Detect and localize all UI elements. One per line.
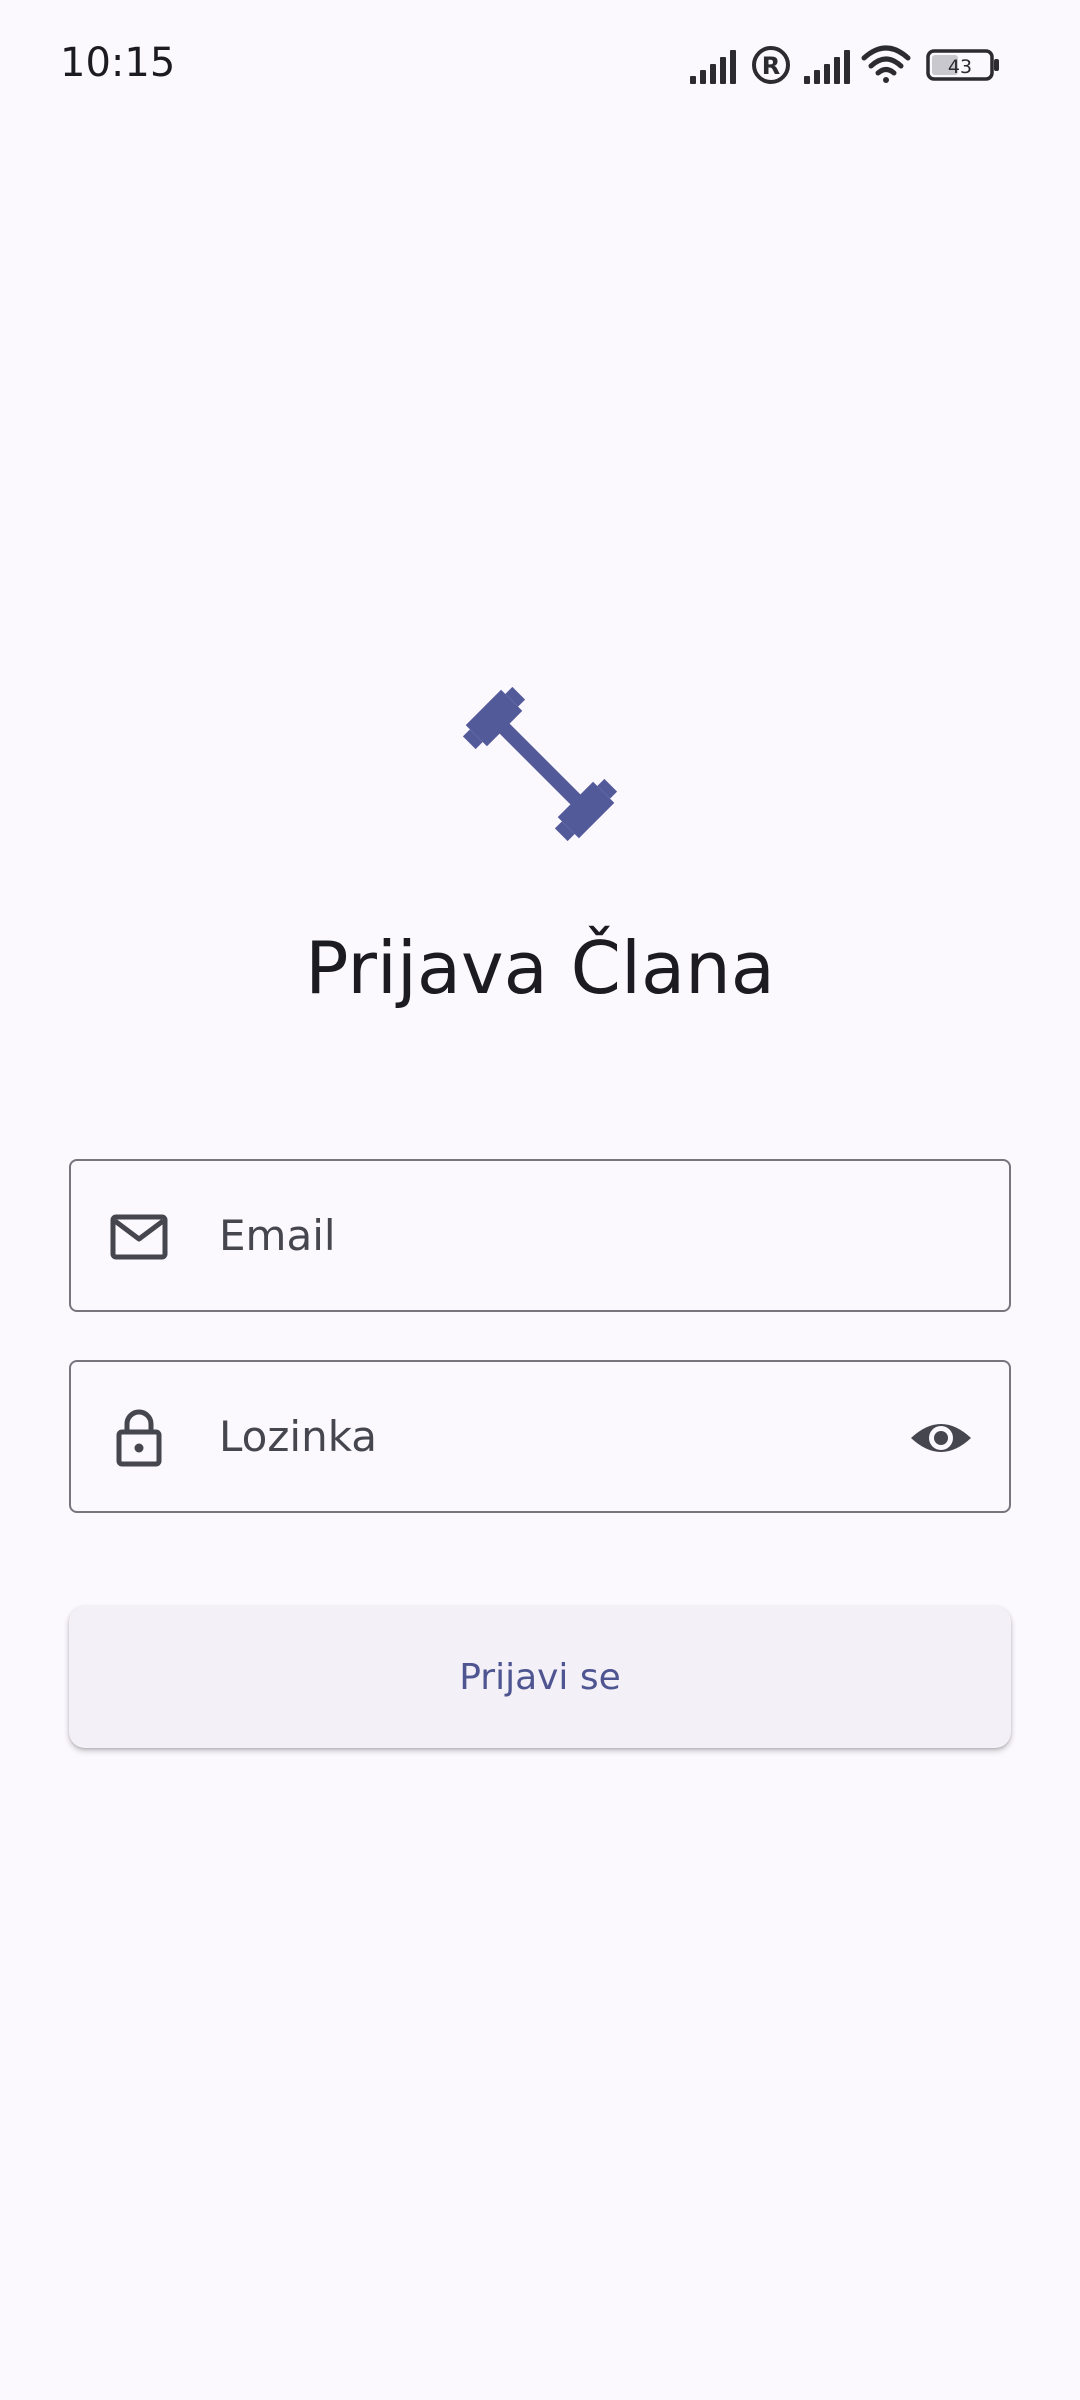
status-bar: 10:15 R 43 xyxy=(0,0,1080,128)
password-field[interactable] xyxy=(69,1360,1011,1513)
status-time: 10:15 xyxy=(60,40,176,86)
lock-icon xyxy=(107,1406,171,1470)
status-icons: R 43 xyxy=(690,40,1020,90)
eye-icon[interactable] xyxy=(909,1406,973,1470)
roaming-icon: R xyxy=(752,46,790,84)
email-field[interactable] xyxy=(69,1159,1011,1312)
mail-icon xyxy=(107,1205,171,1269)
dumbbell-icon xyxy=(444,668,636,860)
email-input[interactable] xyxy=(219,1161,889,1309)
password-input[interactable] xyxy=(219,1362,889,1510)
svg-text:R: R xyxy=(762,52,780,80)
login-button[interactable]: Prijavi se xyxy=(69,1606,1011,1748)
signal-icon xyxy=(690,50,736,84)
wifi-icon xyxy=(861,45,911,83)
battery-level: 43 xyxy=(948,56,972,78)
battery-icon: 43 xyxy=(926,49,999,81)
signal-icon xyxy=(804,50,850,84)
page-title: Prijava Člana xyxy=(305,926,775,1010)
